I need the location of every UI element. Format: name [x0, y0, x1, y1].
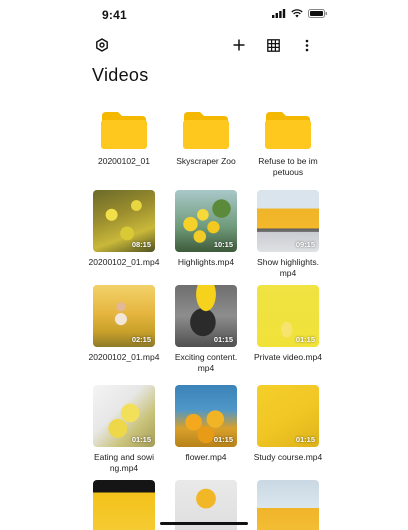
video-item[interactable]: 10:15 Highlights.mp4 — [166, 190, 246, 268]
status-time: 9:41 — [102, 8, 127, 22]
video-item[interactable]: 01:15 Eating and sowing.mp4 — [84, 385, 164, 474]
video-thumbnail: 08:15 — [93, 190, 155, 252]
toolbar — [0, 34, 408, 58]
video-label: Private video.mp4 — [253, 352, 323, 362]
more-button[interactable] — [296, 34, 318, 56]
video-duration: 10:15 — [213, 240, 233, 249]
video-label: Highlights.mp4 — [177, 257, 235, 267]
video-item[interactable]: 01:15 Exciting content.mp4 — [166, 285, 246, 374]
add-icon — [233, 39, 245, 51]
video-duration: 01:15 — [213, 335, 233, 344]
wifi-icon — [291, 9, 303, 18]
video-item[interactable] — [84, 480, 164, 530]
folder-icon — [265, 112, 311, 149]
folder-item[interactable]: Refuse to be impetuous — [248, 102, 328, 178]
video-thumbnail: 01:15 — [257, 385, 319, 447]
video-duration: 08:15 — [131, 240, 151, 249]
video-duration: 01:15 — [131, 435, 151, 444]
video-thumbnail: 01:15 — [93, 385, 155, 447]
video-thumbnail — [93, 480, 155, 530]
video-label: Eating and sowing.mp4 — [94, 452, 155, 473]
grid-view-button[interactable] — [262, 34, 284, 56]
folder-item[interactable]: 20200102_01 — [84, 102, 164, 167]
battery-icon — [308, 9, 327, 18]
video-item[interactable] — [248, 480, 328, 530]
video-duration: 01:15 — [213, 435, 233, 444]
video-label: Study course.mp4 — [253, 452, 323, 462]
video-label: 20200102_01.mp4 — [88, 257, 160, 267]
video-thumbnail: 10:15 — [175, 190, 237, 252]
folder-label: 20200102_01 — [97, 156, 150, 166]
video-duration: 09:15 — [295, 240, 315, 249]
video-thumbnail — [257, 480, 319, 530]
status-icons — [272, 9, 328, 18]
video-thumbnail: 01:15 — [175, 385, 237, 447]
more-icon — [305, 39, 309, 51]
video-label: 20200102_01.mp4 — [88, 352, 160, 362]
folder-item[interactable]: Skyscraper Zoo — [166, 102, 246, 167]
video-thumbnail: 09:15 — [257, 190, 319, 252]
folder-icon — [183, 112, 229, 149]
folder-label: Skyscraper Zoo — [176, 156, 236, 166]
add-button[interactable] — [228, 34, 250, 56]
video-thumbnail: 01:15 — [175, 285, 237, 347]
video-thumbnail: 02:15 — [93, 285, 155, 347]
video-duration: 01:15 — [295, 335, 315, 344]
video-label: Show highlights.mp4 — [257, 257, 319, 278]
video-item[interactable]: 02:15 20200102_01.mp4 — [84, 285, 164, 363]
page-title: Videos — [92, 65, 149, 85]
settings-icon — [96, 38, 108, 52]
status-bar: 9:41 — [0, 0, 408, 30]
video-item[interactable]: 08:15 20200102_01.mp4 — [84, 190, 164, 268]
video-item[interactable]: 01:15 Study course.mp4 — [248, 385, 328, 463]
folder-icon — [101, 112, 147, 149]
home-indicator — [160, 522, 248, 525]
video-item[interactable]: 01:15 Private video.mp4 — [248, 285, 328, 363]
video-duration: 01:15 — [295, 435, 315, 444]
video-duration: 02:15 — [131, 335, 151, 344]
video-item[interactable]: 01:15 flower.mp4 — [166, 385, 246, 463]
settings-button[interactable] — [91, 34, 113, 56]
video-label: Exciting content.mp4 — [174, 352, 238, 373]
signal-icon — [272, 9, 286, 18]
video-thumbnail: 01:15 — [257, 285, 319, 347]
video-label: flower.mp4 — [185, 452, 227, 462]
folder-label: Refuse to be impetuous — [258, 156, 318, 177]
video-item[interactable]: 09:15 Show highlights.mp4 — [248, 190, 328, 279]
grid-view-icon — [266, 38, 280, 52]
